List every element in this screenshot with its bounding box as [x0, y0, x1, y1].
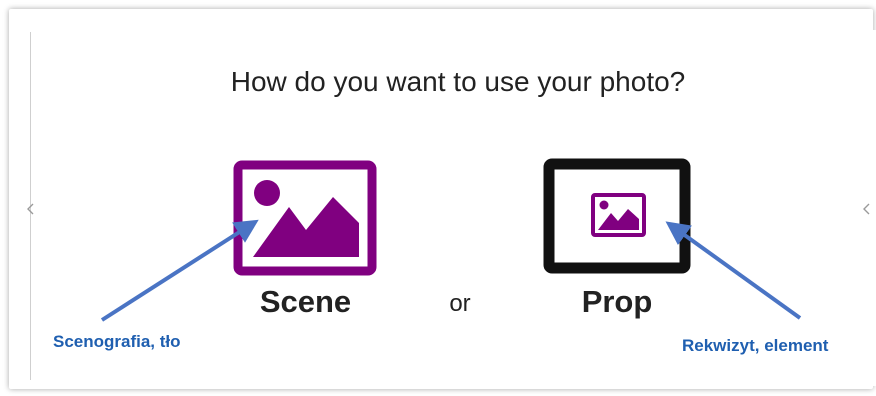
scene-label: Scene — [259, 284, 352, 319]
image-frame-icon — [543, 158, 691, 274]
or-separator: or — [449, 290, 471, 317]
scene-annotation: Scenografia, tło — [53, 332, 181, 351]
scene-option[interactable]: Scene — [233, 160, 378, 324]
image-icon — [233, 160, 377, 276]
prop-annotation: Rekwizyt, element — [682, 336, 829, 355]
dialog-prompt: How do you want to use your photo? — [230, 66, 686, 97]
prop-option[interactable]: Prop — [543, 158, 691, 324]
prop-label: Prop — [581, 284, 653, 319]
chevron-right-icon[interactable] — [862, 203, 872, 215]
chevron-left-icon[interactable] — [25, 203, 35, 215]
